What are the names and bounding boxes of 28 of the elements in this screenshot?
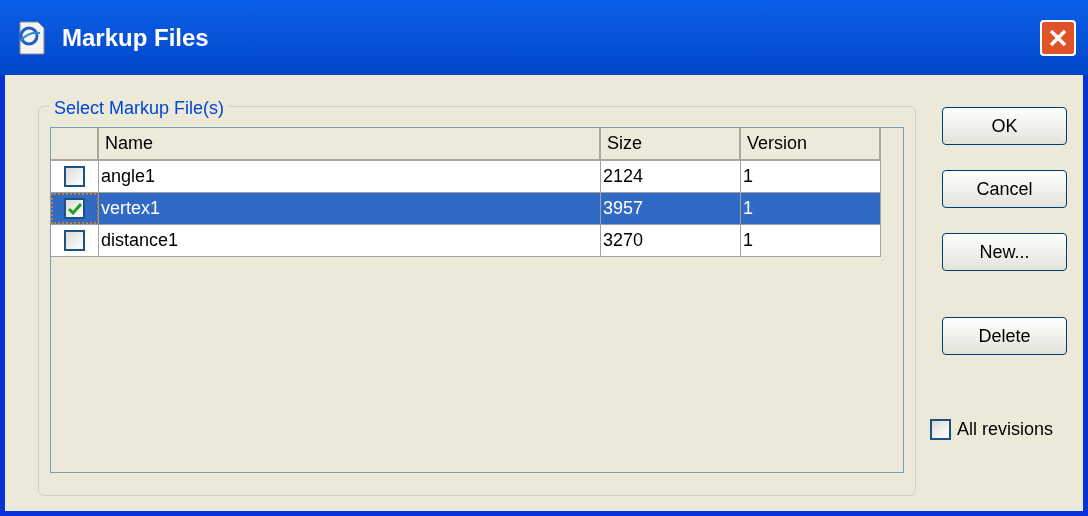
row-checkbox[interactable] — [64, 198, 85, 219]
dialog-button[interactable]: OK — [942, 107, 1067, 145]
column-header[interactable]: Size — [601, 128, 741, 161]
window-title: Markup Files — [62, 22, 210, 53]
table-row[interactable]: angle1 2124 1 — [51, 161, 881, 193]
table-cell: 1 — [741, 161, 881, 192]
table-cell: distance1 — [99, 225, 601, 256]
all-revisions-checkbox[interactable] — [930, 419, 951, 440]
row-checkbox[interactable] — [64, 166, 85, 187]
dialog-button[interactable]: New... — [942, 233, 1067, 271]
dialog-button[interactable]: Cancel — [942, 170, 1067, 208]
close-button[interactable] — [1040, 19, 1076, 56]
table-row[interactable]: vertex1 3957 1 — [51, 193, 881, 225]
column-header — [51, 128, 99, 161]
table-cell: 2124 — [601, 161, 741, 192]
table-row[interactable]: distance1 3270 1 — [51, 225, 881, 257]
table-cell: 1 — [741, 193, 881, 224]
dialog-button[interactable]: Delete — [942, 317, 1067, 355]
checkbox-label: All revisions — [957, 418, 1054, 441]
table-cell: angle1 — [99, 161, 601, 192]
column-header[interactable]: Name — [99, 128, 601, 161]
table-cell: vertex1 — [99, 193, 601, 224]
table-cell: 1 — [741, 225, 881, 256]
table-cell: 3957 — [601, 193, 741, 224]
table-cell: 3270 — [601, 225, 741, 256]
close-icon — [1048, 27, 1068, 48]
row-checkbox[interactable] — [64, 230, 85, 251]
column-header[interactable]: Version — [741, 128, 881, 161]
